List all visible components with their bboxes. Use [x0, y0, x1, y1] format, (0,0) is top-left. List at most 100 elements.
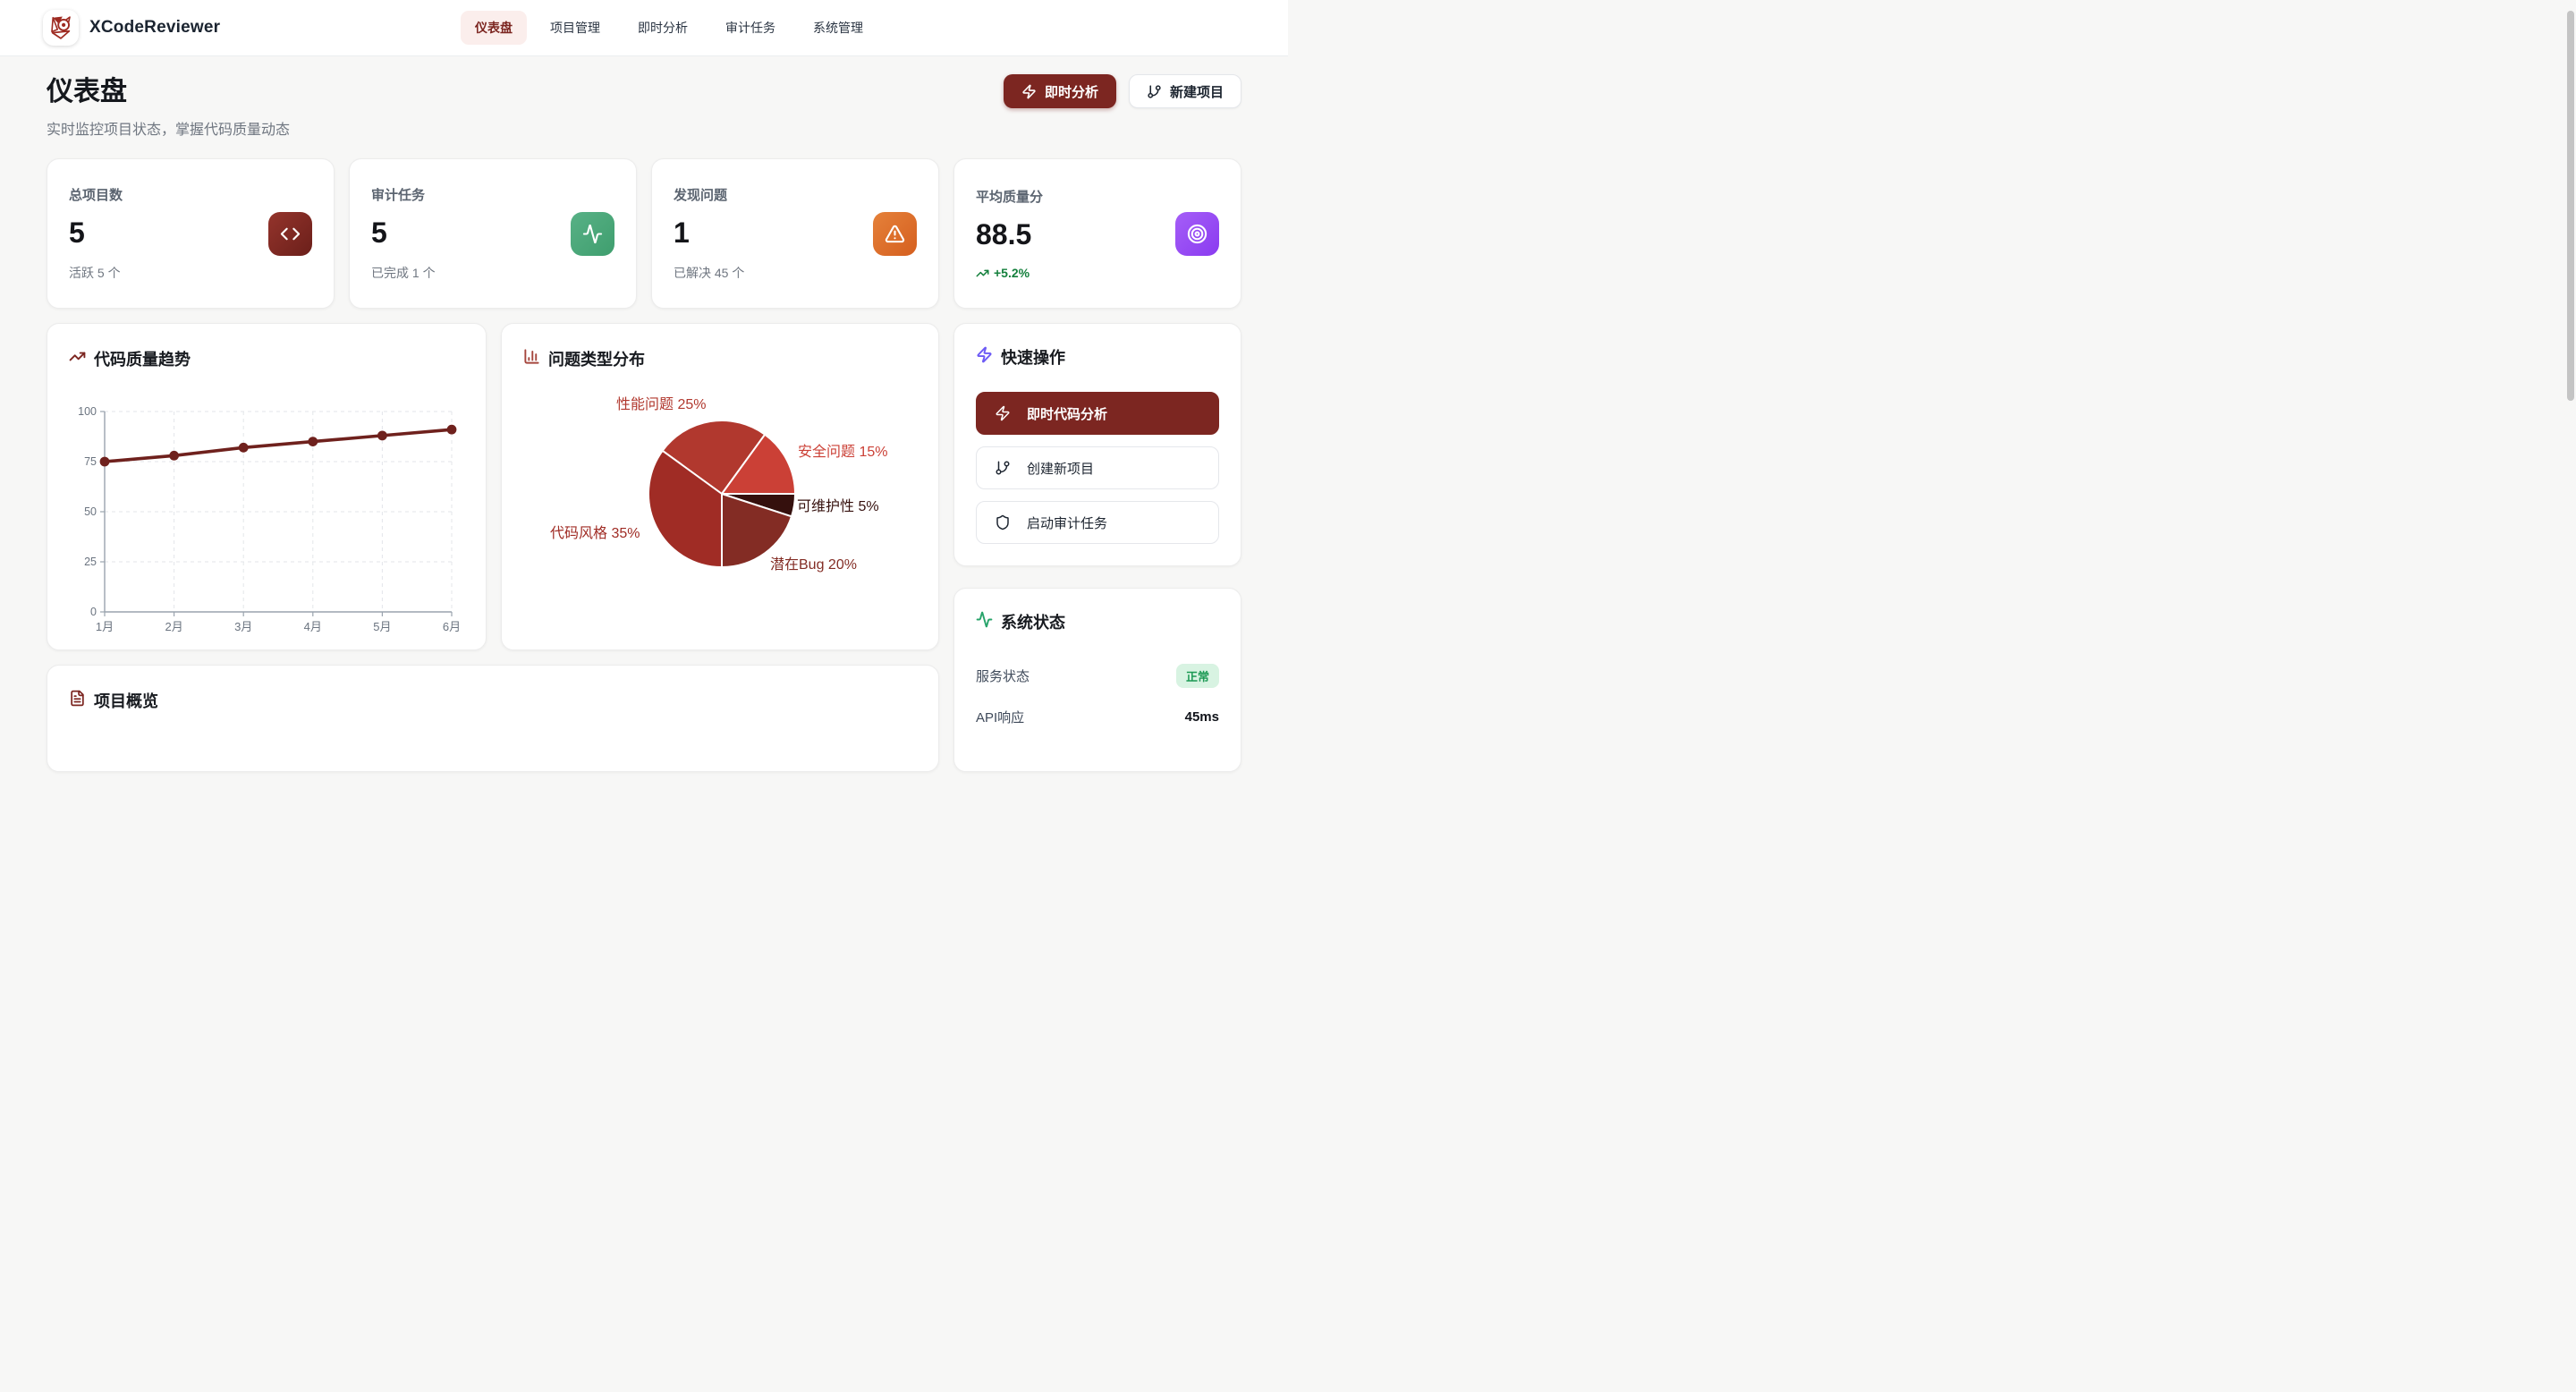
- header-actions: 即时分析新建项目: [1004, 74, 1241, 108]
- brand-name: XCodeReviewer: [89, 18, 220, 38]
- system-status-card: 系统状态 服务状态正常 API响应 45ms: [953, 588, 1241, 772]
- quick-actions-list: 即时代码分析创建新项目启动审计任务: [976, 392, 1219, 544]
- quality-trend-title-row: 代码质量趋势: [69, 347, 464, 370]
- quick-action-3[interactable]: 启动审计任务: [976, 501, 1219, 544]
- stat-icon-tile: [268, 212, 312, 256]
- code-icon: [280, 224, 301, 244]
- pie-label-5: 代码风格 35%: [550, 521, 640, 542]
- nav-item-1[interactable]: 仪表盘: [461, 11, 527, 45]
- phoenix-logo-glyph: [47, 14, 74, 41]
- page-subtitle: 实时监控项目状态，掌握代码质量动态: [47, 117, 290, 139]
- stat-texts: 平均质量分88.5+5.2%: [976, 187, 1043, 280]
- quality-trend-title: 代码质量趋势: [94, 347, 191, 370]
- system-status-title: 系统状态: [1001, 610, 1065, 633]
- brand[interactable]: XCodeReviewer: [43, 10, 220, 46]
- stat-card-3: 发现问题 1 已解决 45 个: [651, 158, 939, 309]
- svg-text:2月: 2月: [165, 620, 182, 633]
- nav-item-2[interactable]: 项目管理: [536, 11, 614, 45]
- activity-icon: [976, 611, 993, 628]
- issue-distribution-pie-chart: 性能问题 25% 安全问题 15% 可维护性 5% 潜在Bug 20% 代码风格 35%: [523, 379, 917, 603]
- status-row-1: 服务状态正常: [976, 664, 1219, 688]
- bar-chart-icon: [523, 348, 540, 365]
- quick-actions-title: 快速操作: [1001, 345, 1065, 369]
- stat-texts: 总项目数 5 活跃 5 个: [69, 185, 123, 282]
- stat-sub: 活跃 5 个: [69, 264, 123, 282]
- stat-value: 5: [69, 216, 123, 250]
- shield-icon: [995, 514, 1011, 530]
- issue-distribution-title: 问题类型分布: [548, 347, 645, 370]
- git-branch-icon: [995, 460, 1011, 476]
- bar-chart-icon: [523, 348, 540, 369]
- issue-distribution-card: 问题类型分布 性能问题 25% 安全问题 15% 可维护性 5% 潜在Bug 20% 代…: [501, 323, 939, 650]
- quick-actions-title-row: 快速操作: [976, 345, 1219, 369]
- system-status-title-row: 系统状态: [976, 610, 1219, 633]
- alert-triangle-icon: [885, 224, 905, 244]
- zap-icon: [976, 346, 993, 363]
- pie-label-4: 潜在Bug 20%: [770, 552, 857, 573]
- svg-text:75: 75: [84, 455, 97, 468]
- stat-icon-tile: [873, 212, 917, 256]
- svg-text:6月: 6月: [443, 620, 461, 633]
- pie-label-3: 可维护性 5%: [797, 494, 879, 515]
- vertical-scrollbar-thumb[interactable]: [2567, 11, 2574, 401]
- instant-analysis-button[interactable]: 即时分析: [1004, 74, 1116, 108]
- svg-text:1月: 1月: [96, 620, 114, 633]
- quick-action-2[interactable]: 创建新项目: [976, 446, 1219, 489]
- stat-value: 1: [674, 216, 744, 250]
- status-badge: 正常: [1176, 664, 1219, 688]
- file-text-icon: [69, 690, 86, 711]
- nav-item-3[interactable]: 即时分析: [623, 11, 702, 45]
- main-nav: 仪表盘项目管理即时分析审计任务系统管理: [461, 0, 877, 55]
- git-branch-icon: [1147, 84, 1162, 99]
- app-header: XCodeReviewer 仪表盘项目管理即时分析审计任务系统管理: [0, 0, 1288, 56]
- app-logo-icon: [43, 10, 79, 46]
- stat-label: 审计任务: [371, 185, 436, 204]
- status-label: API响应: [976, 708, 1024, 726]
- stat-sub: 已解决 45 个: [674, 264, 744, 282]
- zap-icon: [1021, 84, 1037, 99]
- stat-texts: 发现问题 1 已解决 45 个: [674, 185, 744, 282]
- page-title: 仪表盘: [47, 69, 290, 108]
- stat-label: 发现问题: [674, 185, 744, 204]
- trending-up-icon: [69, 348, 86, 369]
- target-icon: [1187, 224, 1208, 244]
- quality-trend-line-chart: 02550751001月2月3月4月5月6月: [69, 401, 464, 640]
- stat-texts: 审计任务 5 已完成 1 个: [371, 185, 436, 282]
- stat-cards: 总项目数 5 活跃 5 个 审计任务 5 已完成 1 个 发现问题 1 已解决 45 个 平均质量…: [47, 158, 1241, 309]
- page-header: 仪表盘 实时监控项目状态，掌握代码质量动态 即时分析新建项目: [47, 69, 1241, 139]
- svg-text:3月: 3月: [234, 620, 252, 633]
- nav-item-4[interactable]: 审计任务: [711, 11, 790, 45]
- stat-icon-tile: [571, 212, 614, 256]
- zap-icon: [976, 346, 993, 368]
- pie-chart-svg: [523, 379, 919, 603]
- activity-icon: [976, 611, 993, 632]
- status-row-2: API响应 45ms: [976, 708, 1219, 726]
- file-text-icon: [69, 690, 86, 707]
- svg-text:4月: 4月: [304, 620, 322, 633]
- pie-label-2: 安全问题 15%: [798, 439, 887, 461]
- project-overview-title: 项目概览: [94, 689, 158, 712]
- svg-text:25: 25: [84, 556, 97, 568]
- nav-item-5[interactable]: 系统管理: [799, 11, 877, 45]
- dashboard-main: 仪表盘 实时监控项目状态，掌握代码质量动态 即时分析新建项目 总项目数 5 活跃 5…: [0, 56, 1288, 772]
- right-sidebar: 快速操作 即时代码分析创建新项目启动审计任务 系统状态 服务状态正常 API响应 4…: [953, 323, 1241, 772]
- trending-up-icon: [69, 348, 86, 365]
- dashboard-grid: 代码质量趋势 02550751001月2月3月4月5月6月 问题类型分布 性能问…: [47, 323, 1241, 772]
- stat-card-2: 审计任务 5 已完成 1 个: [349, 158, 637, 309]
- svg-text:100: 100: [78, 405, 97, 418]
- svg-text:50: 50: [84, 505, 97, 518]
- status-value: 45ms: [1185, 709, 1219, 725]
- issue-distribution-title-row: 问题类型分布: [523, 347, 917, 370]
- quality-trend-card: 代码质量趋势 02550751001月2月3月4月5月6月: [47, 323, 487, 650]
- stat-label: 总项目数: [69, 185, 123, 204]
- system-status-rows: 服务状态正常 API响应 45ms: [976, 664, 1219, 726]
- svg-text:5月: 5月: [373, 620, 391, 633]
- quick-action-1[interactable]: 即时代码分析: [976, 392, 1219, 435]
- stat-card-4: 平均质量分88.5+5.2%: [953, 158, 1241, 309]
- stat-value: 5: [371, 216, 436, 250]
- new-project-button[interactable]: 新建项目: [1129, 74, 1241, 108]
- stat-card-1: 总项目数 5 活跃 5 个: [47, 158, 335, 309]
- stat-label: 平均质量分: [976, 187, 1043, 206]
- pie-label-1: 性能问题 25%: [616, 392, 706, 413]
- stat-sub: 已完成 1 个: [371, 264, 436, 282]
